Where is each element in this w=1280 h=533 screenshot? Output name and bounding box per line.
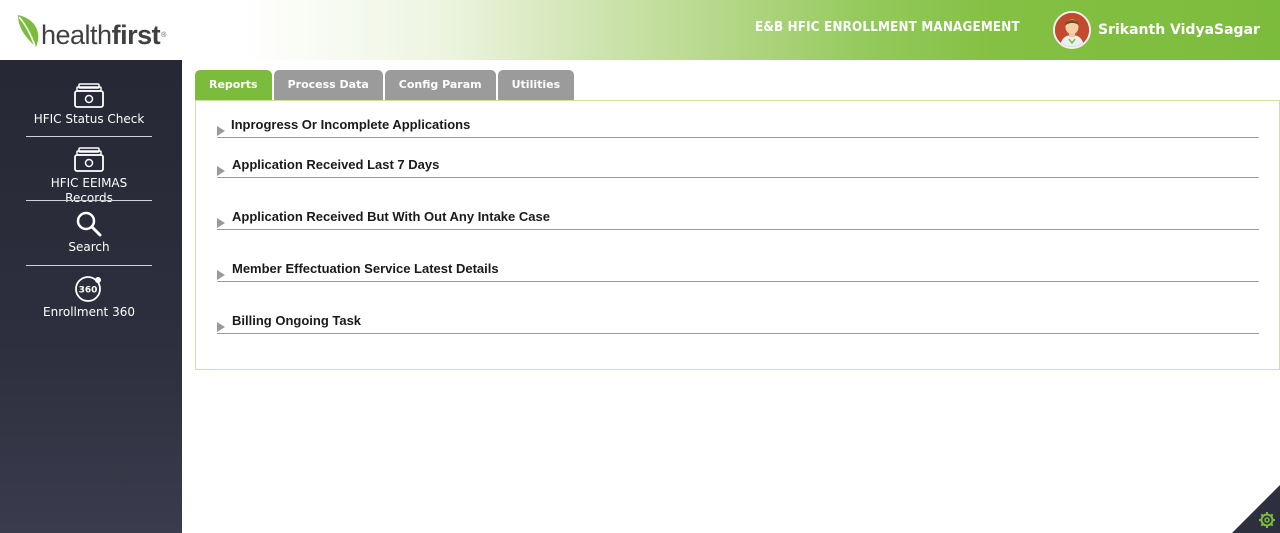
expand-arrow-icon [217, 322, 225, 332]
logo-trademark: ® [161, 32, 166, 39]
tab-utilities[interactable]: Utilities [497, 70, 575, 100]
user-avatar-icon [1055, 13, 1089, 47]
settings-corner[interactable] [1232, 485, 1280, 533]
logo-text: healthfirst® [41, 22, 166, 49]
sidebar-item-label: HFIC Status Check [33, 112, 145, 126]
sidebar-divider [26, 200, 152, 201]
enrollment-360-icon: 360 [75, 276, 101, 302]
logo-text-bold: first [111, 20, 161, 50]
sidebar-item-label: HFIC EEIMAS Records [50, 176, 128, 205]
files-icon [74, 147, 104, 172]
sidebar-item-enrollment-360[interactable]: 360 Enrollment 360 [26, 275, 152, 320]
header: healthfirst® E&B HFIC ENROLLMENT MANAGEM… [0, 0, 1280, 60]
expand-arrow-icon [217, 126, 225, 136]
search-icon [76, 211, 102, 237]
logo-text-light: health [41, 20, 112, 50]
app-title: E&B HFIC ENROLLMENT MANAGEMENT [755, 20, 1020, 35]
report-item-label: Application Received But With Out Any In… [232, 209, 550, 224]
report-item-member-effectuation[interactable]: Member Effectuation Service Latest Detai… [217, 261, 1259, 282]
sidebar-item-hfic-status-check[interactable]: HFIC Status Check [26, 82, 152, 127]
user-name[interactable]: Srikanth VidyaSagar [1098, 22, 1260, 38]
tab-config-param[interactable]: Config Param [384, 70, 496, 100]
report-item-label: Application Received Last 7 Days [232, 157, 440, 172]
enrollment-360-icon-text: 360 [79, 286, 98, 296]
reports-panel: Inprogress Or Incomplete Applications Ap… [195, 100, 1280, 370]
sidebar-item-search[interactable]: Search [26, 210, 152, 255]
expand-arrow-icon [217, 270, 225, 280]
sidebar: HFIC Status Check HFIC EEIMAS Records Se… [0, 60, 182, 533]
files-icon [74, 83, 104, 108]
report-item-inprogress-applications[interactable]: Inprogress Or Incomplete Applications [217, 117, 1259, 138]
sidebar-divider [26, 265, 152, 266]
expand-arrow-icon [217, 166, 225, 176]
main-tabs: Reports Process Data Config Param Utilit… [195, 70, 576, 100]
sidebar-item-label: Search [68, 240, 110, 254]
tab-reports[interactable]: Reports [195, 70, 272, 100]
expand-arrow-icon [217, 218, 225, 228]
avatar[interactable] [1053, 11, 1091, 49]
user-menu[interactable]: Srikanth VidyaSagar [1053, 11, 1260, 49]
report-item-label: Billing Ongoing Task [232, 313, 362, 328]
sidebar-item-hfic-eeimas-records[interactable]: HFIC EEIMAS Records [26, 146, 152, 206]
report-item-received-last-7-days[interactable]: Application Received Last 7 Days [217, 157, 1259, 178]
leaf-icon [18, 15, 39, 47]
report-item-label: Member Effectuation Service Latest Detai… [232, 261, 499, 276]
report-item-received-without-intake-case[interactable]: Application Received But With Out Any In… [217, 209, 1259, 230]
healthfirst-logo[interactable]: healthfirst® [16, 13, 166, 49]
report-item-billing-ongoing-task[interactable]: Billing Ongoing Task [217, 313, 1259, 334]
tab-process-data[interactable]: Process Data [273, 70, 383, 100]
report-item-label: Inprogress Or Incomplete Applications [231, 117, 471, 132]
sidebar-item-label: Enrollment 360 [43, 305, 135, 319]
sidebar-divider [26, 136, 152, 137]
